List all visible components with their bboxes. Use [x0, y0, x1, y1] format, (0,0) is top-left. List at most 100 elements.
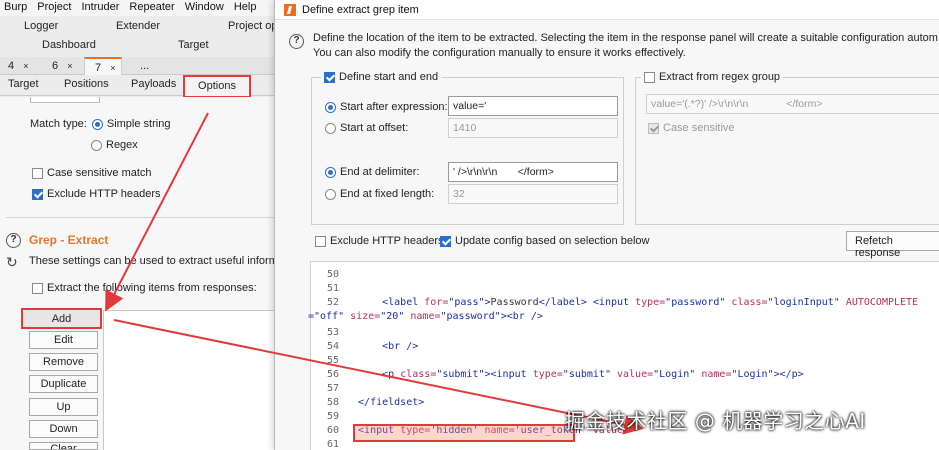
attack-tab-label: 4	[8, 60, 15, 72]
code-line: <br />	[346, 341, 419, 352]
exclude-http-headers-label: Exclude HTTP headers	[330, 235, 444, 247]
regex-group-label: Extract from regex group	[659, 71, 781, 83]
attack-tab-label: 6	[52, 60, 59, 72]
start-after-label: Start after expression:	[340, 101, 448, 113]
end-delimiter-row: End at delimiter:	[325, 166, 419, 178]
start-after-input[interactable]: value='	[448, 96, 618, 116]
line-number: 60	[326, 425, 339, 436]
menu-project[interactable]: Project	[33, 0, 77, 16]
attack-tab-label: 7	[95, 62, 102, 74]
add-button[interactable]: Add	[21, 308, 102, 329]
menu-repeater[interactable]: Repeater	[125, 0, 180, 16]
refresh-icon[interactable]: ↻	[6, 254, 18, 271]
description-line-2: You can also modify the configuration ma…	[313, 47, 686, 59]
tool-tabs-row-2: Dashboard Target	[0, 37, 290, 57]
start-offset-input[interactable]: 1410	[448, 118, 618, 138]
attack-tab-6[interactable]: 6 ×	[42, 57, 80, 75]
tab-logger[interactable]: Logger	[24, 20, 58, 32]
remove-button[interactable]: Remove	[29, 353, 98, 371]
case-sensitive-row: Case sensitive match	[32, 167, 152, 179]
tab-options[interactable]: Options	[183, 75, 251, 98]
update-config-label: Update config based on selection below	[455, 235, 650, 247]
define-start-end-label: Define start and end	[339, 71, 439, 83]
start-offset-radio[interactable]	[325, 122, 336, 134]
tool-tabs-row-1: Logger Extender Project op	[0, 17, 290, 37]
line-number: 58	[326, 397, 339, 408]
regex-input[interactable]: value='(.*?)' />\r\n\r\n </form>	[646, 94, 939, 114]
exclude-http-headers-row: Exclude HTTP headers	[315, 235, 444, 247]
menu-burp[interactable]: Burp	[0, 0, 33, 16]
line-number: 55	[326, 355, 339, 366]
attack-tab-more[interactable]: ...	[136, 57, 160, 75]
close-icon[interactable]: ×	[110, 63, 115, 73]
grep-extract-title: Grep - Extract	[29, 233, 109, 247]
menu-intruder[interactable]: Intruder	[78, 0, 126, 16]
define-start-end-row: Define start and end	[321, 71, 442, 83]
line-number: 51	[326, 283, 339, 294]
line-number: 50	[326, 269, 339, 280]
options-panel: Match type: Simple string Regex Case sen…	[0, 97, 290, 450]
regex-group-checkbox[interactable]	[644, 71, 655, 83]
define-start-end-checkbox[interactable]	[324, 71, 335, 83]
regex-case-checkbox[interactable]	[648, 122, 659, 134]
edit-button[interactable]: Edit	[29, 331, 98, 349]
line-number: 54	[326, 341, 339, 352]
menu-window[interactable]: Window	[181, 0, 230, 16]
burp-app-icon	[284, 3, 296, 16]
refetch-response-button[interactable]: Refetch response	[846, 231, 939, 259]
tab-project-options[interactable]: Project op	[228, 20, 278, 32]
attack-tab-4[interactable]: 4 ×	[0, 57, 38, 75]
exclude-headers-checkbox[interactable]	[32, 188, 43, 200]
start-after-radio[interactable]	[325, 101, 336, 113]
end-delimiter-label: End at delimiter:	[340, 166, 420, 178]
start-offset-row: Start at offset:	[325, 122, 408, 134]
extract-items-checkbox[interactable]	[32, 282, 43, 294]
menu-help[interactable]: Help	[230, 0, 263, 16]
close-icon[interactable]: ×	[23, 61, 28, 71]
end-delimiter-radio[interactable]	[325, 166, 336, 178]
update-config-checkbox[interactable]	[440, 235, 451, 247]
regex-row: Regex	[91, 139, 138, 151]
up-button[interactable]: Up	[29, 398, 98, 416]
extract-items-list[interactable]	[103, 310, 290, 450]
tab-target[interactable]: Target	[8, 78, 39, 90]
tab-extender[interactable]: Extender	[116, 20, 160, 32]
divider	[6, 217, 290, 218]
scrolled-button-edge	[30, 97, 100, 103]
line-number: 56	[326, 369, 339, 380]
regex-group-row: Extract from regex group	[641, 71, 784, 83]
help-icon[interactable]: ?	[289, 34, 304, 49]
regex-case-row: Case sensitive	[648, 122, 735, 134]
simple-string-radio[interactable]	[91, 118, 103, 130]
tab-positions[interactable]: Positions	[64, 78, 109, 90]
duplicate-button[interactable]: Duplicate	[29, 375, 98, 393]
down-button[interactable]: Down	[29, 420, 98, 438]
menu-bar: Burp Project Intruder Repeater Window He…	[0, 0, 290, 16]
dialog-titlebar: Define extract grep item	[275, 0, 939, 20]
fixed-length-label: End at fixed length:	[340, 188, 435, 200]
selected-token-highlight	[353, 424, 575, 442]
regex-radio[interactable]	[91, 139, 102, 151]
description-line-1: Define the location of the item to be ex…	[313, 32, 938, 44]
more-tabs-label: ...	[140, 60, 150, 72]
attack-tab-7[interactable]: 7 ×	[84, 57, 122, 75]
case-sensitive-checkbox[interactable]	[32, 167, 43, 179]
burp-main-window: Burp Project Intruder Repeater Window He…	[0, 0, 290, 450]
line-number: 61	[326, 439, 339, 450]
update-config-row: Update config based on selection below	[440, 235, 649, 247]
help-icon[interactable]: ?	[6, 233, 21, 248]
exclude-http-headers-checkbox[interactable]	[315, 235, 326, 247]
tab-dashboard[interactable]: Dashboard	[42, 39, 96, 51]
end-delimiter-input[interactable]: ' />\r\n\r\n </form>	[448, 162, 618, 182]
line-number: 57	[326, 383, 339, 394]
start-after-row: Start after expression:	[325, 101, 448, 113]
fixed-length-input[interactable]: 32	[448, 184, 618, 204]
extract-items-row: Extract the following items from respons…	[32, 282, 257, 294]
fixed-length-radio[interactable]	[325, 188, 336, 200]
tab-target[interactable]: Target	[178, 39, 209, 51]
close-icon[interactable]: ×	[67, 61, 72, 71]
case-sensitive-label: Case sensitive match	[47, 167, 152, 179]
clear-button[interactable]: Clear	[29, 442, 98, 450]
regex-label: Regex	[106, 139, 138, 151]
tab-payloads[interactable]: Payloads	[131, 78, 176, 90]
